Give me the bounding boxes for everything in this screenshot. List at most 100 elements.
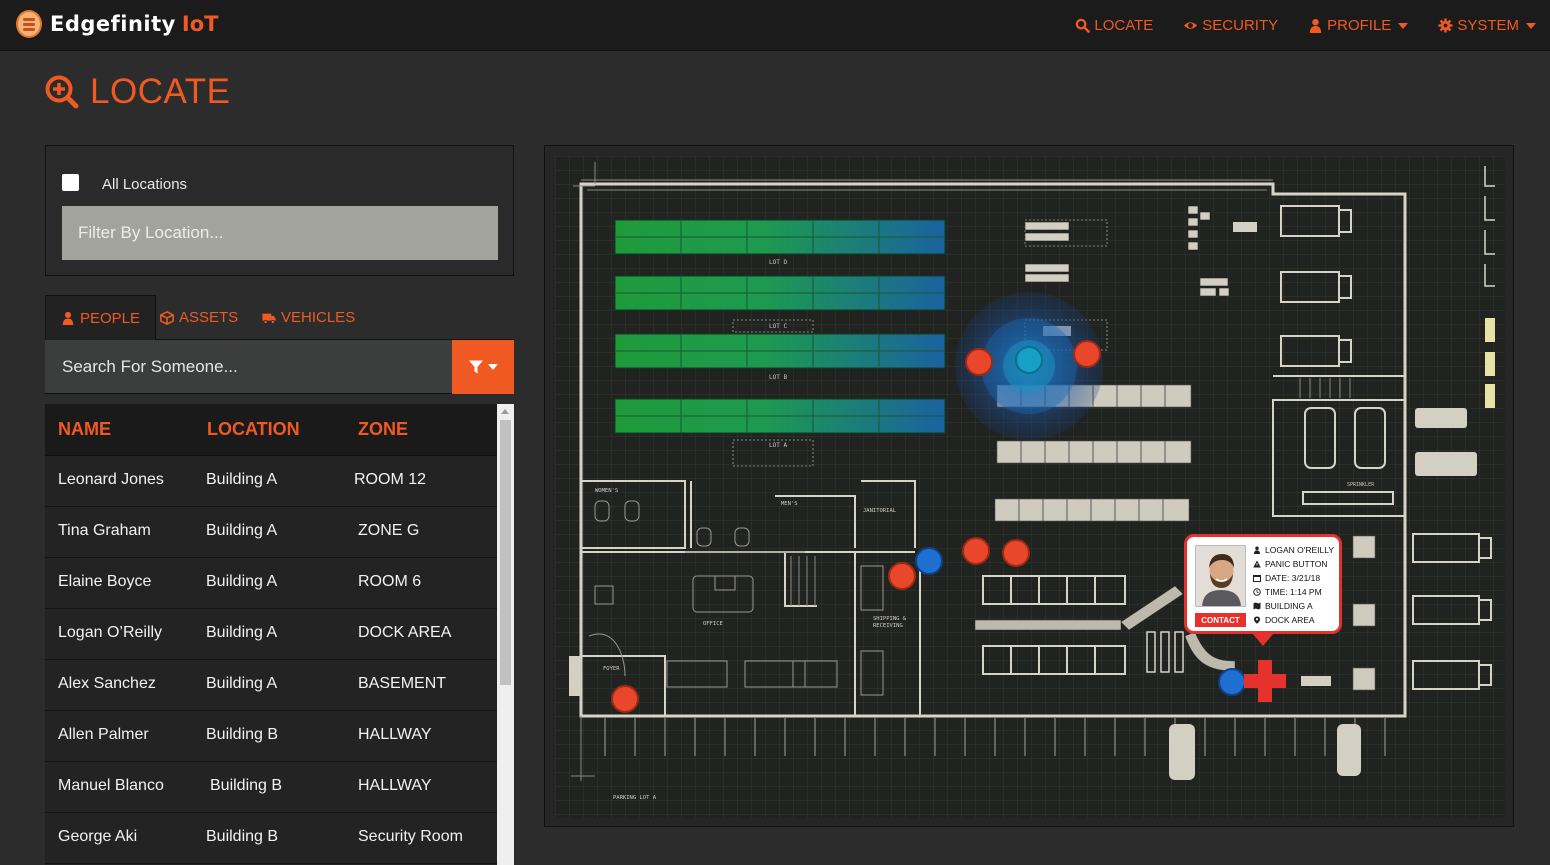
brand[interactable]: Edgefinity IoT <box>16 10 218 38</box>
nav-security-label: SECURITY <box>1202 17 1279 34</box>
cell-location: Building A <box>206 471 278 488</box>
floor-plan-canvas[interactable]: LOT D LOT C LOT B LOT A SPRINKLER WOMEN'… <box>555 156 1505 818</box>
all-locations-checkbox[interactable] <box>62 174 79 191</box>
user-icon <box>1254 546 1260 554</box>
location-filter-panel: All Locations <box>45 145 514 276</box>
page-title-text: LOCATE <box>90 72 231 111</box>
table-row[interactable]: Logan O’Reilly Building A DOCK AREA <box>45 609 514 660</box>
alert-time-row: TIME: 1:14 PM <box>1253 587 1322 597</box>
tab-assets[interactable]: ASSETS <box>160 295 238 340</box>
cell-zone: Security Room <box>358 828 463 845</box>
lot-b-label: LOT B <box>769 374 787 381</box>
table-row[interactable]: Manuel Blanco Building B HALLWAY <box>45 762 514 813</box>
floor-plan-map[interactable]: LOT D LOT C LOT B LOT A SPRINKLER WOMEN'… <box>544 145 1514 827</box>
alert-time: TIME: 1:14 PM <box>1265 587 1322 597</box>
tab-people-label: PEOPLE <box>80 309 141 327</box>
cell-location: Building B <box>206 726 279 743</box>
nav-locate[interactable]: LOCATE <box>1075 17 1153 34</box>
cell-location: Building A <box>206 624 278 641</box>
alert-name-row: LOGAN O'REILLY <box>1253 545 1334 555</box>
alert-popup[interactable]: CONTACT LOGAN O'REILLY PANIC BUTTON DATE… <box>1184 534 1342 646</box>
calendar-icon <box>1253 575 1261 582</box>
search-input[interactable] <box>45 340 452 394</box>
alert-event-row: PANIC BUTTON <box>1253 559 1328 569</box>
alert-zone-row: DOCK AREA <box>1253 615 1315 625</box>
user-icon <box>62 311 74 325</box>
table-row[interactable]: Allen Palmer Building B HALLWAY <box>45 711 514 762</box>
table-header: NAME LOCATION ZONE <box>45 404 514 456</box>
tab-people[interactable]: PEOPLE <box>45 295 157 340</box>
map-icon <box>1253 602 1261 610</box>
cube-icon <box>160 310 174 325</box>
shipping-label-2: RECEIVING <box>873 623 903 629</box>
lot-d-label: LOT D <box>769 259 787 266</box>
gear-icon <box>1438 18 1453 33</box>
zoom-in-icon <box>45 75 79 109</box>
foyer-label: FOYER <box>603 666 620 672</box>
table-row[interactable]: Elaine Boyce Building A ROOM 6 <box>45 558 514 609</box>
column-header-location[interactable]: LOCATION <box>207 419 300 440</box>
janitorial-label: JANITORIAL <box>863 508 897 514</box>
nav-system[interactable]: SYSTEM <box>1438 17 1536 34</box>
eye-icon <box>1184 22 1198 29</box>
map-marker-icon <box>1254 616 1260 624</box>
table-scrollbar[interactable] <box>497 404 514 865</box>
column-header-zone[interactable]: ZONE <box>358 419 408 440</box>
user-icon <box>1310 18 1322 33</box>
cell-name: Elaine Boyce <box>58 573 152 590</box>
cell-zone: ROOM 6 <box>358 573 422 590</box>
brand-suffix: IoT <box>181 12 219 36</box>
contact-button[interactable]: CONTACT <box>1195 613 1246 627</box>
scroll-up-icon[interactable] <box>501 409 509 414</box>
cell-location: Building B <box>206 828 279 845</box>
cell-zone: HALLWAY <box>358 726 432 743</box>
cell-location: Building A <box>206 675 278 692</box>
page-title: LOCATE <box>44 72 230 112</box>
alert-name: LOGAN O'REILLY <box>1265 545 1335 555</box>
table-row[interactable]: Leonard Jones Building A ROOM 12 <box>45 456 514 507</box>
warning-icon <box>1253 560 1261 568</box>
sprinkler-label: SPRINKLER <box>1347 482 1375 488</box>
chevron-down-icon <box>1398 22 1409 29</box>
nav-system-label: SYSTEM <box>1457 17 1519 34</box>
top-navbar: Edgefinity IoT LOCATE SECURITY PROFILE S… <box>0 0 1550 51</box>
chevron-down-icon <box>1526 22 1536 29</box>
popup-pointer <box>1253 634 1273 646</box>
alert-date-row: DATE: 3/21/18 <box>1253 573 1320 583</box>
cell-name: Alex Sanchez <box>58 675 156 692</box>
tab-vehicles[interactable]: VEHICLES <box>262 295 355 340</box>
cell-name: Leonard Jones <box>58 471 164 488</box>
people-search <box>45 340 514 394</box>
tab-assets-label: ASSETS <box>179 309 239 326</box>
scrollbar-thumb[interactable] <box>500 420 511 685</box>
avatar <box>1195 545 1246 607</box>
parking-label: PARKING LOT A <box>613 795 657 801</box>
clock-icon <box>1253 588 1261 596</box>
womens-label: WOMEN'S <box>595 488 618 494</box>
column-header-name[interactable]: NAME <box>58 419 111 440</box>
table-row[interactable]: George Aki Building B Security Room <box>45 813 514 864</box>
cell-location: Building A <box>206 522 278 539</box>
shipping-label-1: SHIPPING & <box>873 616 907 622</box>
alert-event: PANIC BUTTON <box>1265 559 1328 569</box>
brand-logo-icon <box>16 10 42 38</box>
alert-building: BUILDING A <box>1265 601 1313 611</box>
nav-security[interactable]: SECURITY <box>1183 17 1278 34</box>
location-filter-input[interactable] <box>62 206 498 260</box>
nav-profile[interactable]: PROFILE <box>1308 17 1409 34</box>
table-row[interactable]: Alex Sanchez Building A BASEMENT <box>45 660 514 711</box>
all-locations-label: All Locations <box>102 176 188 193</box>
cell-location: Building B <box>210 777 283 794</box>
filter-dropdown-button[interactable] <box>452 340 514 394</box>
cell-zone: HALLWAY <box>358 777 432 794</box>
cell-name: George Aki <box>58 828 138 845</box>
cell-name: Manuel Blanco <box>58 777 164 794</box>
cell-zone: DOCK AREA <box>358 624 452 641</box>
cell-zone: ZONE G <box>358 522 420 539</box>
cell-location: Building A <box>206 573 278 590</box>
nav-profile-label: PROFILE <box>1327 17 1392 34</box>
table-row[interactable]: Tina Graham Building A ZONE G <box>45 507 514 558</box>
main-nav: LOCATE SECURITY PROFILE SYSTEM <box>1075 0 1536 51</box>
lot-c-label: LOT C <box>769 323 787 330</box>
office-label: OFFICE <box>703 621 723 627</box>
